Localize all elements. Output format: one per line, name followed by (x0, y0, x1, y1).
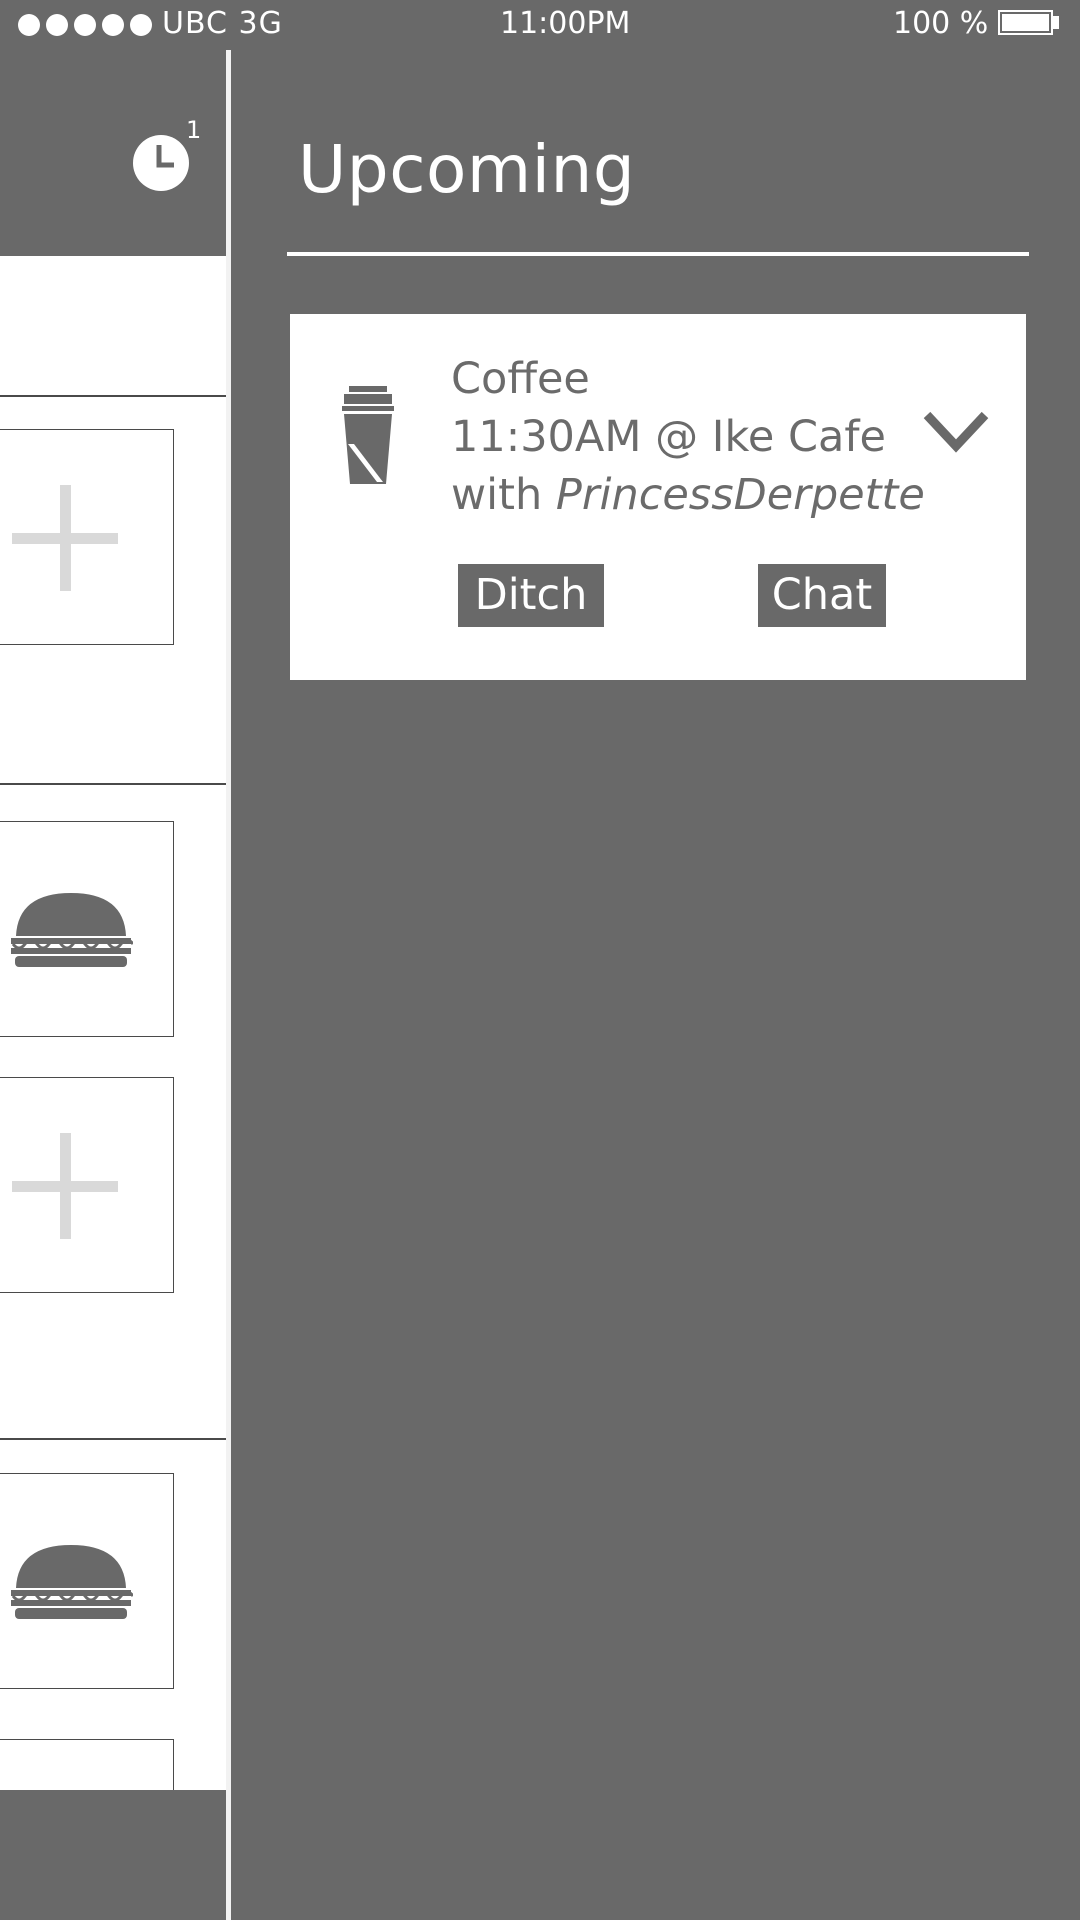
ditch-button[interactable]: Ditch (458, 564, 604, 627)
title-divider (287, 252, 1029, 256)
event-activity: Coffee (451, 354, 590, 404)
clock-icon[interactable] (132, 134, 190, 192)
food-tile[interactable] (0, 1473, 174, 1689)
upcoming-drawer: Upcoming Coffee 11:30AM @ Ike Cafe with … (231, 50, 1080, 1920)
event-companion: with PrincessDerpette (451, 466, 925, 524)
coffee-cup-icon (342, 386, 394, 484)
add-tile[interactable] (0, 429, 174, 645)
divider (0, 395, 226, 397)
add-tile[interactable] (0, 1077, 174, 1293)
signal-strength-icon (18, 14, 158, 36)
divider (0, 783, 226, 785)
chat-button[interactable]: Chat (758, 564, 886, 627)
carrier-label: UBC 3G (162, 6, 283, 41)
battery-icon (998, 10, 1053, 35)
event-time-place: 11:30AM @ Ike Cafe (451, 412, 886, 462)
page-title: Upcoming (298, 131, 636, 208)
status-time: 11:00PM (500, 6, 631, 41)
food-tile[interactable] (0, 821, 174, 1037)
background-header: 1 (0, 50, 226, 256)
companion-name: PrincessDerpette (555, 470, 925, 520)
event-card[interactable]: Coffee 11:30AM @ Ike Cafe with PrincessD… (290, 314, 1026, 680)
battery-percentage: 100 % (893, 6, 989, 41)
burger-icon (11, 1545, 133, 1619)
background-footer (0, 1790, 226, 1920)
burger-icon (11, 893, 133, 967)
with-prefix: with (451, 470, 556, 520)
chevron-down-icon[interactable] (922, 410, 990, 454)
background-screen: 1 (0, 50, 226, 1920)
status-bar: UBC 3G 11:00PM 100 % (0, 0, 1080, 50)
event-details: Coffee 11:30AM @ Ike Cafe with PrincessD… (451, 350, 925, 524)
divider (0, 1438, 226, 1440)
notification-badge: 1 (186, 116, 202, 144)
